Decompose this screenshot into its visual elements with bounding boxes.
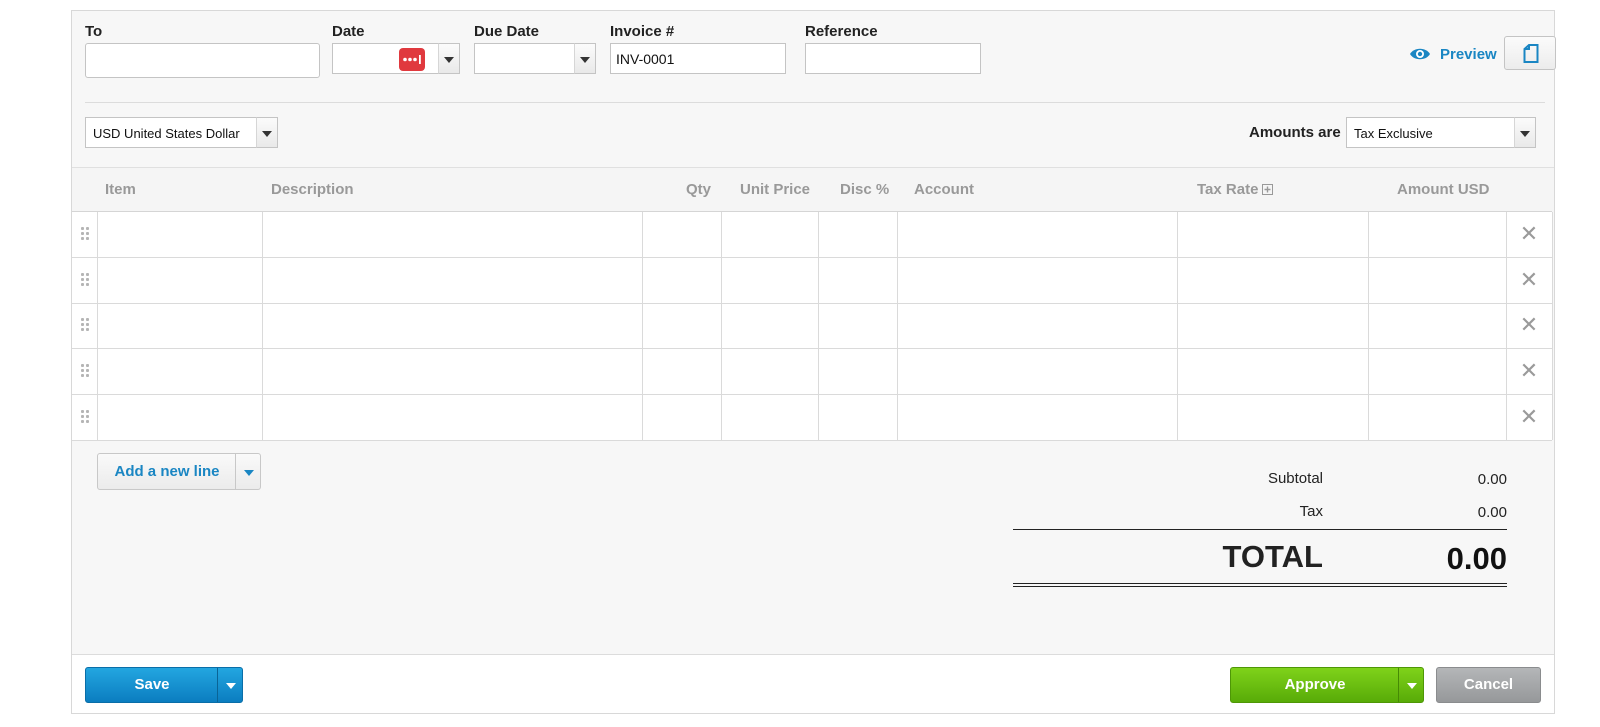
chevron-down-icon: [444, 56, 454, 63]
approve-label: Approve: [1284, 676, 1346, 693]
column-header-disc: Disc %: [840, 181, 890, 198]
column-header-unit-price: Unit Price: [740, 181, 811, 198]
document-icon: [1523, 44, 1539, 63]
eye-icon[interactable]: [1408, 44, 1432, 64]
chevron-down-icon[interactable]: [226, 683, 236, 689]
line-item-row[interactable]: [98, 258, 1506, 303]
total-underline: [1013, 586, 1507, 587]
subtotal-label: Subtotal: [1267, 470, 1323, 487]
currency-dropdown-button[interactable]: [256, 117, 278, 148]
drag-handle-icon[interactable]: [79, 364, 91, 378]
total-label: TOTAL: [1222, 539, 1323, 574]
date-dropdown-button[interactable]: [438, 43, 460, 74]
subtotal-value: 0.00: [1477, 471, 1507, 488]
invoice-number-label: Invoice #: [610, 23, 675, 40]
due-date-field[interactable]: [474, 43, 575, 74]
total-value: 0.00: [1446, 541, 1507, 576]
drag-handle-icon[interactable]: [79, 273, 91, 287]
amounts-are-label: Amounts are: [1249, 124, 1341, 141]
plus-box-icon[interactable]: [1262, 184, 1273, 195]
remove-line-button[interactable]: ✕: [1518, 314, 1540, 336]
save-label: Save: [134, 676, 170, 693]
preview-link[interactable]: Preview: [1440, 46, 1497, 63]
reference-field[interactable]: [805, 43, 981, 74]
button-separator: [217, 668, 218, 702]
document-button[interactable]: [1504, 36, 1556, 70]
column-header-tax-rate: Tax Rate: [1197, 181, 1259, 198]
line-item-row[interactable]: [98, 349, 1506, 394]
column-header-amount: Amount USD: [1397, 181, 1490, 198]
date-label: Date: [332, 23, 365, 40]
chevron-down-icon: [262, 130, 272, 137]
chevron-down-icon[interactable]: [1407, 683, 1417, 689]
add-new-line-button[interactable]: Add a new line: [97, 453, 261, 490]
drag-handle-icon[interactable]: [79, 410, 91, 424]
line-item-row[interactable]: [98, 304, 1506, 348]
line-item-row[interactable]: [98, 212, 1506, 257]
to-label: To: [85, 23, 103, 40]
remove-line-button[interactable]: ✕: [1518, 223, 1540, 245]
column-header-item: Item: [105, 181, 136, 198]
button-separator: [235, 454, 236, 489]
drag-handle-icon[interactable]: [79, 227, 91, 241]
chevron-down-icon: [1520, 130, 1530, 137]
tax-label: Tax: [1299, 503, 1323, 520]
column-header-description: Description: [271, 181, 354, 198]
remove-line-button[interactable]: ✕: [1518, 360, 1540, 382]
to-field[interactable]: [85, 43, 320, 78]
cancel-button[interactable]: Cancel: [1436, 667, 1541, 703]
column-header-account: Account: [914, 181, 974, 198]
line-item-row[interactable]: [98, 395, 1506, 440]
button-separator: [1398, 668, 1399, 702]
reference-label: Reference: [805, 23, 878, 40]
drag-handle-icon[interactable]: [79, 318, 91, 332]
totals-divider: [1013, 529, 1507, 530]
remove-line-button[interactable]: ✕: [1518, 406, 1540, 428]
tax-value: 0.00: [1477, 504, 1507, 521]
password-manager-icon[interactable]: [399, 48, 425, 71]
save-button[interactable]: Save: [85, 667, 243, 703]
column-divider: [1552, 212, 1553, 440]
chevron-down-icon: [580, 56, 590, 63]
row-divider: [72, 440, 1552, 441]
due-date-label: Due Date: [474, 23, 540, 40]
remove-line-button[interactable]: ✕: [1518, 269, 1540, 291]
approve-button[interactable]: Approve: [1230, 667, 1424, 703]
tax-mode-select[interactable]: Tax Exclusive: [1346, 117, 1518, 148]
currency-select[interactable]: USD United States Dollar: [85, 117, 257, 148]
invoice-number-field[interactable]: [610, 43, 786, 74]
column-header-qty: Qty: [686, 181, 712, 198]
header-divider: [85, 102, 1545, 103]
chevron-down-icon[interactable]: [244, 470, 254, 476]
total-underline: [1013, 583, 1507, 584]
tax-mode-dropdown-button[interactable]: [1514, 117, 1536, 148]
add-new-line-label: Add a new line: [114, 463, 220, 480]
column-divider: [1506, 212, 1507, 440]
due-date-dropdown-button[interactable]: [574, 43, 596, 74]
